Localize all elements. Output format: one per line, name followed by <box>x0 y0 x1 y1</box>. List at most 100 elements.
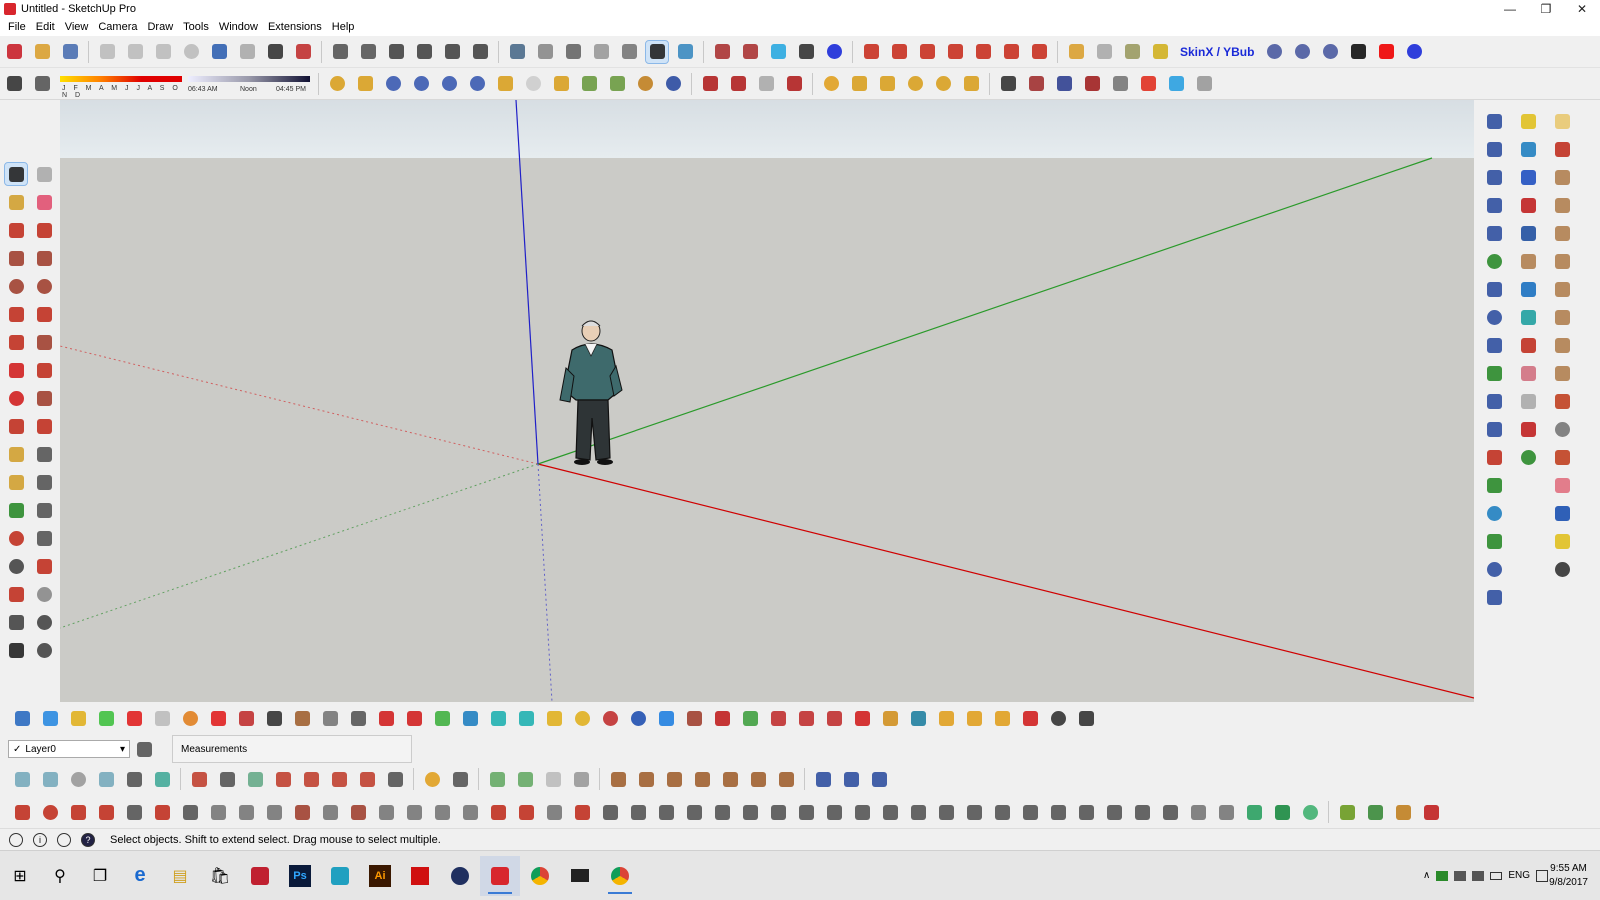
pan-hand-icon[interactable] <box>33 527 55 549</box>
language-indicator[interactable]: ENG <box>1508 870 1530 881</box>
ar-push-icon[interactable] <box>916 41 938 63</box>
door-icon[interactable] <box>607 768 629 790</box>
arc-path-icon[interactable] <box>1483 334 1505 356</box>
hatch-icon[interactable] <box>935 707 957 729</box>
fredo-tools-icon[interactable] <box>1517 110 1539 132</box>
make-component-icon[interactable] <box>33 163 55 185</box>
green-box-2-icon[interactable] <box>1271 801 1293 823</box>
ribbon-icon[interactable] <box>1551 446 1573 468</box>
target-icon[interactable] <box>634 73 656 95</box>
fan-icon[interactable] <box>879 801 901 823</box>
shell-9-icon[interactable] <box>1551 362 1573 384</box>
sandbox-from-contours-icon[interactable] <box>188 768 210 790</box>
section-cut-icon[interactable] <box>739 41 761 63</box>
twist-icon[interactable] <box>403 801 425 823</box>
grid-panel-icon[interactable] <box>570 768 592 790</box>
curve-panel-icon[interactable] <box>963 801 985 823</box>
magnet-icon[interactable] <box>711 707 733 729</box>
an-push-icon[interactable] <box>972 41 994 63</box>
color-palette-icon[interactable] <box>767 41 789 63</box>
red-cross-icon[interactable] <box>403 707 425 729</box>
protractor-icon[interactable] <box>5 471 27 493</box>
pie-icon[interactable] <box>33 331 55 353</box>
joint-push-pull-icon[interactable] <box>888 41 910 63</box>
circle-outline-icon[interactable] <box>1483 502 1505 524</box>
joint-icon[interactable] <box>1517 138 1539 160</box>
triangle-arc-icon[interactable] <box>1483 586 1505 608</box>
grid-icon[interactable] <box>991 707 1013 729</box>
taskbar-clock[interactable]: 9:55 AM 9/8/2017 <box>1549 862 1588 890</box>
tray-app-icon[interactable] <box>1436 870 1449 881</box>
cyan-app-icon[interactable] <box>320 856 360 896</box>
yellow-diamond-icon[interactable] <box>67 707 89 729</box>
shell-3-icon[interactable] <box>1551 222 1573 244</box>
month-slider[interactable]: J F M A M J J A S O N D <box>60 72 182 99</box>
polyline-icon[interactable] <box>1483 138 1505 160</box>
red-gem-icon[interactable] <box>851 707 873 729</box>
cylinder-cut-icon[interactable] <box>39 768 61 790</box>
layers-stack-icon[interactable] <box>123 801 145 823</box>
chain-icon[interactable] <box>319 707 341 729</box>
shell-icon[interactable] <box>1551 166 1573 188</box>
smoove-icon[interactable] <box>244 768 266 790</box>
puzzle-icon[interactable] <box>263 801 285 823</box>
help-question-icon[interactable] <box>1403 41 1425 63</box>
erase-icon[interactable] <box>180 41 202 63</box>
model-info-icon[interactable] <box>292 41 314 63</box>
dotted-circle-icon[interactable] <box>1047 707 1069 729</box>
window-grid-icon[interactable] <box>719 768 741 790</box>
columns-icon[interactable] <box>599 801 621 823</box>
small-arc-icon[interactable] <box>1483 418 1505 440</box>
lattice-icon[interactable] <box>1517 390 1539 412</box>
redo-icon[interactable] <box>236 41 258 63</box>
open-folder-icon[interactable] <box>31 41 53 63</box>
left-view-icon[interactable] <box>469 41 491 63</box>
scissors-icon[interactable] <box>851 801 873 823</box>
sphere-icon[interactable] <box>820 73 842 95</box>
blue-cube-icon[interactable] <box>1165 73 1187 95</box>
eraser-icon[interactable] <box>33 191 55 213</box>
red-square-icon[interactable] <box>207 707 229 729</box>
search-icon[interactable]: ⚲ <box>40 856 80 896</box>
start-button[interactable]: ⊞ <box>0 856 40 896</box>
add-detail-icon[interactable] <box>328 768 350 790</box>
drape-icon[interactable] <box>300 768 322 790</box>
solid-box-icon[interactable] <box>1065 41 1087 63</box>
stop-icon[interactable] <box>1375 41 1397 63</box>
cube-split-icon[interactable] <box>795 707 817 729</box>
hand-mesh-icon[interactable] <box>655 801 677 823</box>
gear-outline-icon[interactable] <box>207 801 229 823</box>
cube-wire-icon[interactable] <box>868 768 890 790</box>
ellipse-icon[interactable] <box>1483 558 1505 580</box>
plant-icon[interactable] <box>1364 801 1386 823</box>
spiral-stair-icon[interactable] <box>1025 73 1047 95</box>
round-shell-icon[interactable] <box>1551 418 1573 440</box>
menu-edit[interactable]: Edit <box>32 21 61 33</box>
add-location-icon[interactable] <box>421 768 443 790</box>
save-icon[interactable] <box>59 41 81 63</box>
book-icon[interactable] <box>1081 73 1103 95</box>
copy-icon[interactable] <box>124 41 146 63</box>
look-around-eye-icon[interactable] <box>33 611 55 633</box>
loft-pen-icon[interactable] <box>1551 138 1573 160</box>
axes-icon[interactable] <box>5 499 27 521</box>
curve-tool-icon[interactable] <box>291 801 313 823</box>
flip-edge-icon[interactable] <box>356 768 378 790</box>
wedge-blue-icon[interactable] <box>95 768 117 790</box>
r-plugin-icon[interactable] <box>382 73 404 95</box>
diagonal-line-icon[interactable] <box>1517 222 1539 244</box>
checker-panel-icon[interactable] <box>1047 801 1069 823</box>
layer-manager-icon[interactable] <box>133 738 155 760</box>
walk-footprints-icon[interactable] <box>5 639 27 661</box>
layer-visible-check[interactable]: ✓ <box>13 744 21 755</box>
bars-panel-icon[interactable] <box>1019 801 1041 823</box>
extrude-icon[interactable] <box>860 41 882 63</box>
window-frame-icon[interactable] <box>691 768 713 790</box>
striped-box-icon[interactable] <box>235 707 257 729</box>
mesh-icon[interactable] <box>375 801 397 823</box>
red-figure-icon[interactable] <box>1420 801 1442 823</box>
teal-cone-icon[interactable] <box>487 707 509 729</box>
section-plane-tool-icon[interactable] <box>33 639 55 661</box>
iso-view-icon[interactable] <box>329 41 351 63</box>
solid-shape-icon[interactable] <box>1121 41 1143 63</box>
